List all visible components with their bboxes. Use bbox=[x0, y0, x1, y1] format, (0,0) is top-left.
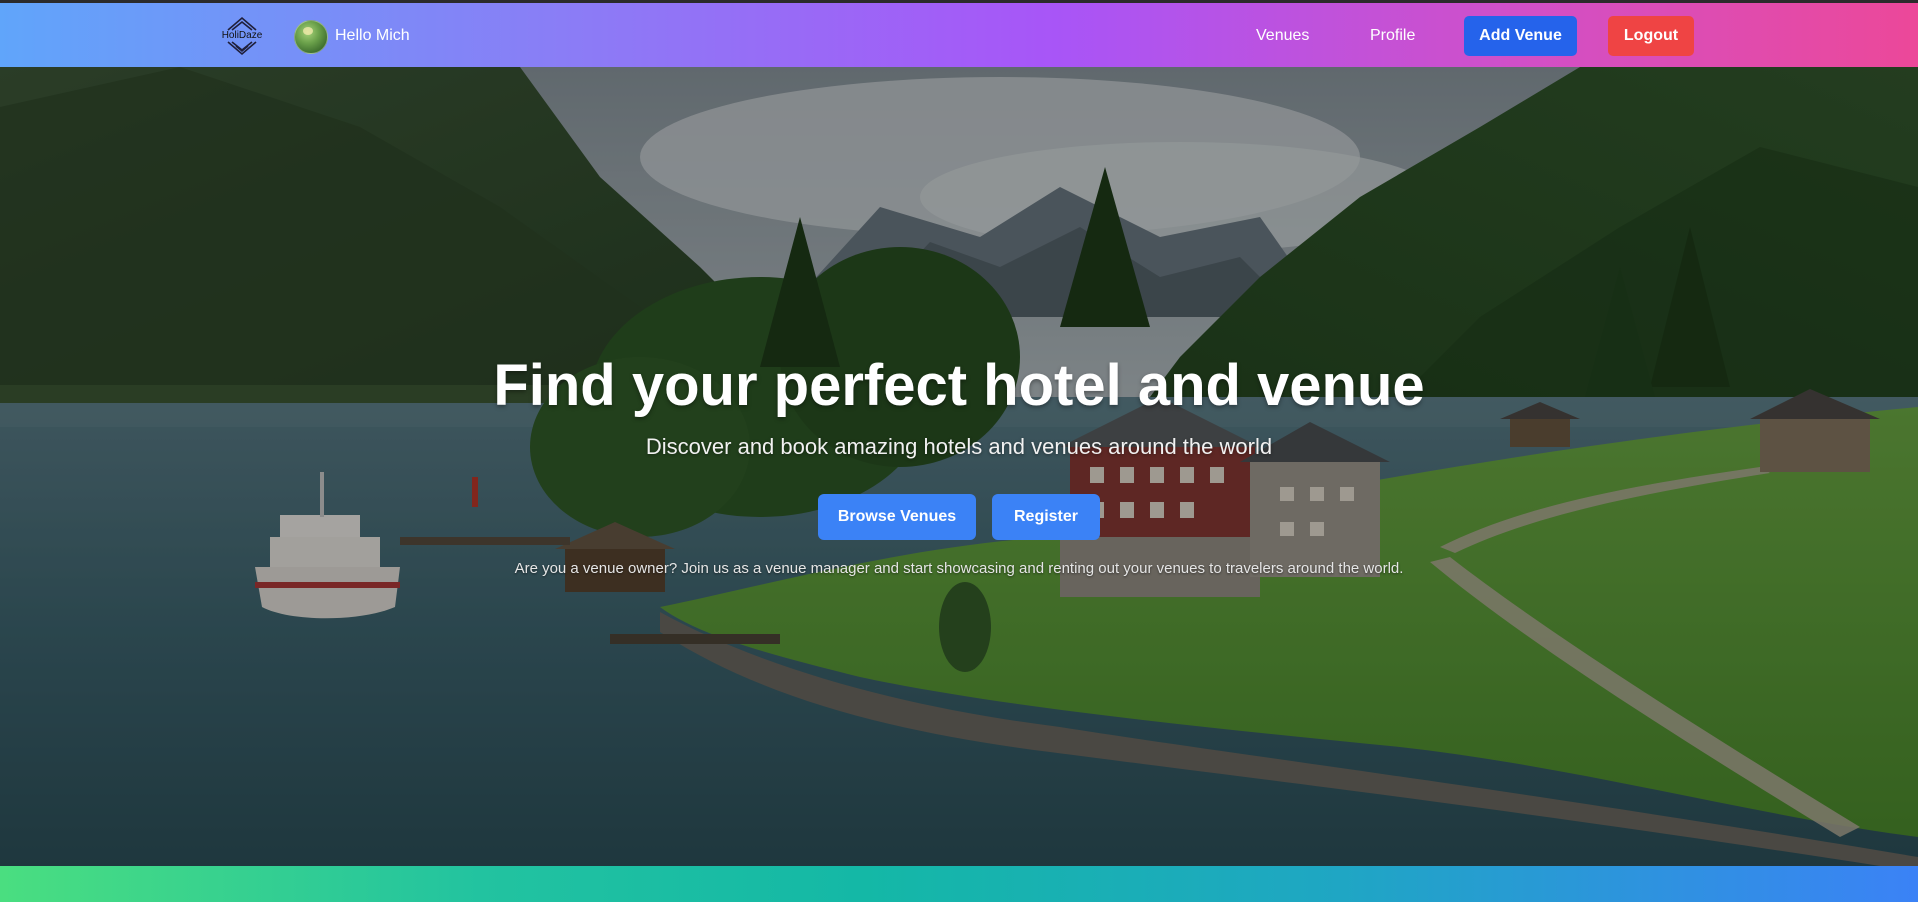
venue-owner-note: Are you a venue owner? Join us as a venu… bbox=[514, 560, 1404, 577]
browse-venues-button[interactable]: Browse Venues bbox=[818, 494, 976, 540]
add-venue-button[interactable]: Add Venue bbox=[1464, 16, 1577, 56]
page: HoliDaze Hello Mich Venues Profile Add V… bbox=[0, 0, 1918, 902]
logo-text: HoliDaze bbox=[221, 30, 263, 41]
hero-title: Find your perfect hotel and venue bbox=[493, 353, 1425, 418]
holidaze-logo-icon[interactable]: HoliDaze bbox=[220, 14, 264, 56]
greeting-text: Hello Mich bbox=[335, 27, 410, 44]
window-top-border bbox=[0, 0, 1918, 3]
hero-section: Find your perfect hotel and venue Discov… bbox=[0, 67, 1918, 866]
avatar[interactable] bbox=[294, 20, 328, 54]
avatar-highlight bbox=[303, 27, 313, 35]
hero-subtitle: Discover and book amazing hotels and ven… bbox=[645, 434, 1273, 459]
register-button[interactable]: Register bbox=[992, 494, 1100, 540]
logout-button[interactable]: Logout bbox=[1608, 16, 1694, 56]
nav-link-venues[interactable]: Venues bbox=[1256, 27, 1309, 45]
footer-gradient-bar bbox=[0, 866, 1918, 902]
nav-link-profile[interactable]: Profile bbox=[1370, 27, 1415, 45]
hero-content: Find your perfect hotel and venue Discov… bbox=[0, 67, 1918, 866]
navbar: HoliDaze Hello Mich Venues Profile Add V… bbox=[0, 3, 1918, 67]
